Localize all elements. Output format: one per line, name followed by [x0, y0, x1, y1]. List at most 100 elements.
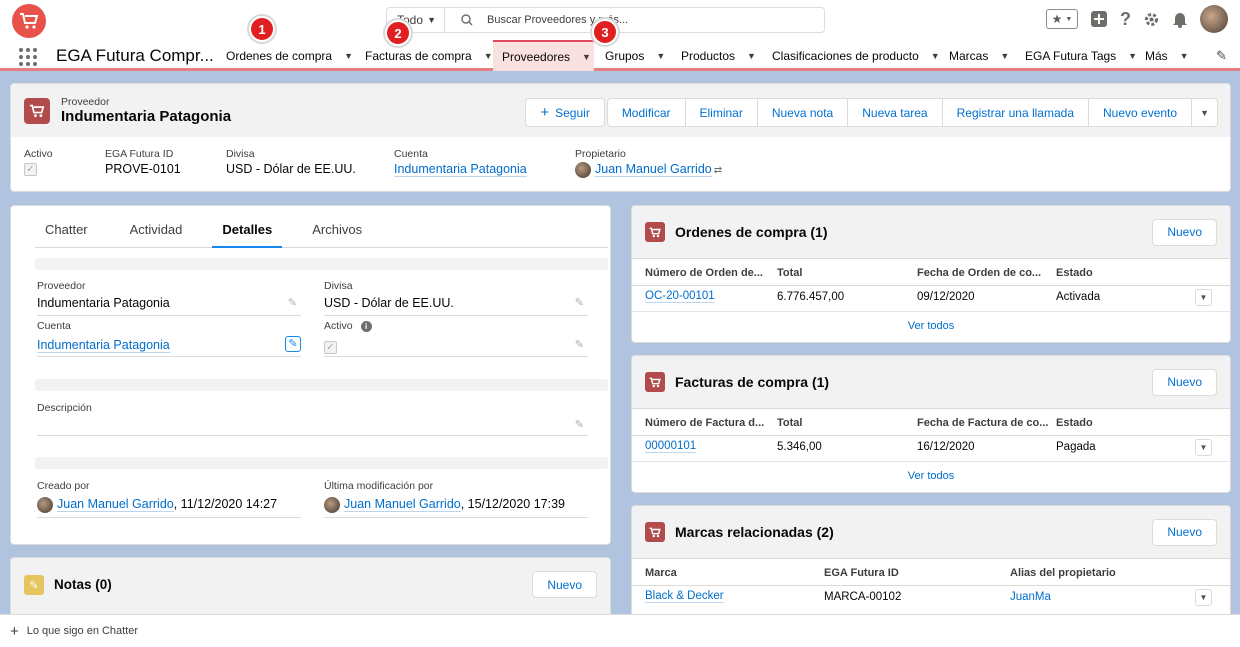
chevron-down-icon[interactable]: ▼: [344, 51, 353, 61]
chatter-follow-link[interactable]: Lo que sigo en Chatter: [27, 625, 138, 637]
related-title[interactable]: Marcas relacionadas (2): [675, 524, 834, 540]
app-logo[interactable]: [12, 4, 46, 38]
nav-item-clasificaciones[interactable]: Clasificaciones de producto ▼: [772, 40, 940, 71]
column-header[interactable]: Estado: [1056, 417, 1093, 429]
notifications-bell-icon[interactable]: [1172, 11, 1188, 28]
highlight-account-link[interactable]: Indumentaria Patagonia: [394, 162, 527, 177]
chevron-down-icon[interactable]: ▼: [1128, 51, 1137, 61]
more-actions-chevron-icon[interactable]: ▼: [1191, 98, 1218, 127]
user-avatar[interactable]: [1200, 5, 1228, 33]
column-header[interactable]: Estado: [1056, 267, 1093, 279]
modifier-link[interactable]: Juan Manuel Garrido: [344, 497, 461, 513]
log-call-button[interactable]: Registrar una llamada: [941, 98, 1090, 127]
tab-actividad[interactable]: Actividad: [120, 222, 193, 248]
app-name: EGA Futura Compr...: [56, 46, 214, 65]
field-label: Cuenta: [37, 320, 71, 332]
column-header[interactable]: Número de Factura d...: [645, 417, 764, 429]
change-owner-icon[interactable]: ⇄: [714, 165, 722, 176]
column-header[interactable]: Número de Orden de...: [645, 267, 763, 279]
tab-detalles[interactable]: Detalles: [212, 222, 283, 248]
plus-icon: +: [540, 104, 550, 121]
edit-nav-pencil-icon[interactable]: ✎: [1216, 48, 1227, 64]
pencil-icon[interactable]: ✎: [575, 418, 584, 431]
field-cuenta: Cuenta Indumentaria Patagonia ✎: [37, 320, 301, 357]
nav-item-proveedores[interactable]: Proveedores ▼: [493, 40, 594, 71]
field-creado-por: Creado por Juan Manuel Garrido, 11/12/20…: [37, 480, 301, 518]
pencil-icon[interactable]: ✎: [288, 296, 297, 309]
gear-icon[interactable]: [1143, 11, 1160, 28]
new-order-button[interactable]: Nuevo: [1152, 218, 1217, 246]
chevron-down-icon[interactable]: ▼: [747, 51, 756, 61]
new-brand-button[interactable]: Nuevo: [1152, 518, 1217, 546]
utility-bar: + Lo que sigo en Chatter: [0, 614, 1240, 647]
view-all-orders-link[interactable]: Ver todos: [632, 320, 1230, 332]
section-header[interactable]: [35, 457, 608, 469]
chevron-down-icon[interactable]: ▼: [656, 51, 665, 61]
field-label: Proveedor: [37, 280, 86, 292]
related-title[interactable]: Facturas de compra (1): [675, 374, 829, 390]
nav-item-marcas[interactable]: Marcas ▼: [949, 40, 1009, 71]
global-actions-icon[interactable]: [1090, 10, 1108, 28]
nav-item-ega-futura-tags[interactable]: EGA Futura Tags ▼: [1025, 40, 1137, 71]
plus-icon[interactable]: +: [10, 623, 19, 640]
nav-item-ordenes-de-compra[interactable]: Ordenes de compra ▼: [226, 40, 353, 71]
column-header[interactable]: EGA Futura ID: [824, 567, 899, 579]
column-header[interactable]: Fecha de Factura de co...: [917, 417, 1048, 429]
account-link[interactable]: Indumentaria Patagonia: [37, 338, 170, 353]
app-launcher-icon[interactable]: [19, 48, 37, 66]
edit-pencil-icon[interactable]: ✎: [285, 336, 301, 352]
creator-link[interactable]: Juan Manuel Garrido: [57, 497, 174, 513]
related-list-brands: Marcas relacionadas (2) Nuevo Marca EGA …: [631, 505, 1231, 614]
row-actions-chevron-icon[interactable]: ▼: [1195, 289, 1212, 306]
nav-item-mas[interactable]: Más ▼: [1145, 40, 1189, 71]
owner-alias-link[interactable]: JuanMa: [1010, 591, 1051, 603]
tab-chatter[interactable]: Chatter: [35, 222, 98, 248]
new-note-button[interactable]: Nueva nota: [756, 98, 849, 127]
follow-button[interactable]: + Seguir: [525, 98, 605, 127]
new-note-button[interactable]: Nuevo: [532, 571, 597, 598]
cart-icon: [645, 222, 665, 242]
chevron-down-icon[interactable]: ▼: [1180, 51, 1189, 61]
view-all-invoices-link[interactable]: Ver todos: [632, 470, 1230, 482]
column-header[interactable]: Total: [777, 267, 802, 279]
nav-item-productos[interactable]: Productos ▼: [681, 40, 756, 71]
active-checkbox: ✓: [324, 341, 337, 354]
chevron-down-icon[interactable]: ▼: [582, 52, 591, 62]
details-card: Chatter Actividad Detalles Archivos Prov…: [10, 205, 611, 545]
cell-date: 09/12/2020: [917, 291, 975, 303]
modifier-avatar: [324, 497, 340, 513]
column-header[interactable]: Alias del propietario: [1010, 567, 1116, 579]
tab-archivos[interactable]: Archivos: [302, 222, 372, 248]
order-link[interactable]: OC-20-00101: [645, 290, 715, 303]
delete-button[interactable]: Eliminar: [684, 98, 758, 127]
section-header[interactable]: [35, 258, 608, 270]
chevron-down-icon[interactable]: ▼: [1000, 51, 1009, 61]
pencil-icon[interactable]: ✎: [575, 338, 584, 351]
help-icon[interactable]: ?: [1120, 9, 1131, 30]
edit-button[interactable]: Modificar: [606, 98, 686, 127]
row-actions-chevron-icon[interactable]: ▼: [1195, 589, 1212, 606]
column-header[interactable]: Marca: [645, 567, 677, 579]
owner-link[interactable]: Juan Manuel Garrido: [595, 162, 712, 178]
nav-item-label: Ordenes de compra: [226, 48, 333, 63]
annotation-badge-3: 3: [592, 19, 618, 45]
column-header[interactable]: Total: [777, 417, 802, 429]
note-icon: ✎: [24, 575, 44, 595]
new-task-button[interactable]: Nueva tarea: [847, 98, 943, 127]
column-header[interactable]: Fecha de Orden de co...: [917, 267, 1041, 279]
related-title[interactable]: Ordenes de compra (1): [675, 224, 828, 240]
nav-item-facturas-de-compra[interactable]: Facturas de compra ▼: [365, 40, 493, 71]
new-event-button[interactable]: Nuevo evento: [1088, 98, 1193, 127]
new-invoice-button[interactable]: Nuevo: [1152, 368, 1217, 396]
favorites-button[interactable]: ★ ▼: [1046, 9, 1078, 29]
nav-item-grupos[interactable]: Grupos ▼: [605, 40, 665, 71]
search-icon: [461, 14, 473, 26]
chevron-down-icon[interactable]: ▼: [931, 51, 940, 61]
chevron-down-icon[interactable]: ▼: [484, 51, 493, 61]
section-header[interactable]: [35, 379, 608, 391]
invoice-link[interactable]: 00000101: [645, 440, 697, 453]
info-icon[interactable]: i: [360, 321, 372, 332]
brand-link[interactable]: Black & Decker: [645, 590, 724, 603]
row-actions-chevron-icon[interactable]: ▼: [1195, 439, 1212, 456]
pencil-icon[interactable]: ✎: [575, 296, 584, 309]
